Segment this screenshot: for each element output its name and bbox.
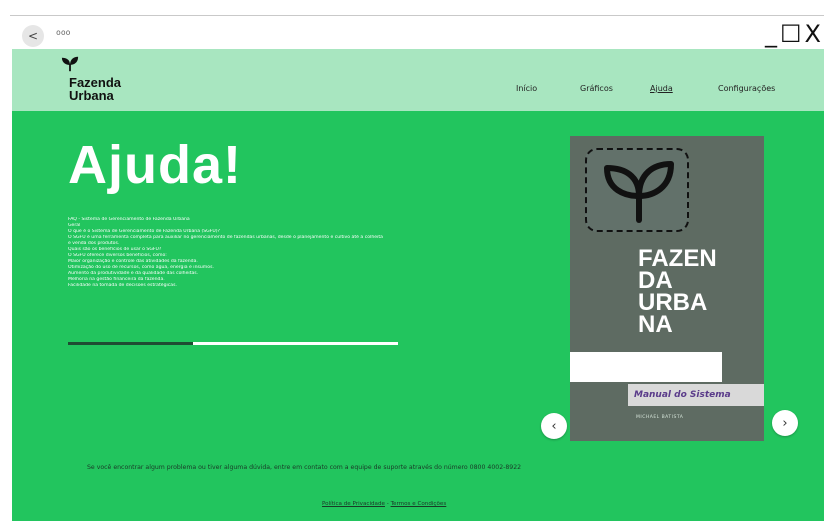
main-section: Ajuda! FAQ - Sistema de Gerenciamento de… [12,111,824,521]
footer-links: Política de Privacidade - Termos e Condi… [322,501,446,507]
back-button[interactable]: < [22,25,44,47]
leaf-logo-icon [604,161,674,223]
minimize-icon[interactable]: _ [765,20,778,48]
manual-label: Manual do Sistema [628,384,764,406]
brand-logo[interactable]: Fazenda Urbana [69,76,121,102]
privacy-link[interactable]: Política de Privacidade [322,501,385,507]
card-white-band [570,352,722,382]
brand-line-2: Urbana [69,88,114,103]
nav-configuracoes[interactable]: Configurações [718,84,775,93]
support-text: Se você encontrar algum problema ou tive… [87,464,522,471]
nav-inicio[interactable]: Início [516,84,537,93]
terms-link[interactable]: Termos e Condições [391,501,447,507]
chrome-divider [10,15,824,16]
browser-chrome: < ooo _ ☐ X [0,0,824,49]
progress-fill [68,342,193,345]
page-title: Ajuda! [68,135,242,195]
faq-line: Facilidade na tomada de decisões estraté… [68,283,177,288]
carousel-prev-button[interactable]: ‹ [541,413,567,439]
leaf-logo-icon [61,56,79,72]
faq-text: FAQ - Sistema de Gerenciamento de Fazend… [68,217,528,289]
nav-ajuda[interactable]: Ajuda [650,84,673,93]
author-label: MICHAEL BATISTA [636,415,684,420]
maximize-icon[interactable]: ☐ [780,20,803,48]
carousel-next-button[interactable]: › [772,410,798,436]
nav-graficos[interactable]: Gráficos [580,84,613,93]
card-title: FAZEN DA URBA NA [638,247,758,338]
card-title-line: NA [638,311,673,338]
card-logo-box [585,148,689,232]
window-controls: _ ☐ X [765,20,822,48]
address-bar[interactable]: ooo [56,28,70,37]
close-icon[interactable]: X [805,20,822,48]
carousel-slide: FAZEN DA URBA NA Manual do Sistema MICHA… [570,136,764,441]
